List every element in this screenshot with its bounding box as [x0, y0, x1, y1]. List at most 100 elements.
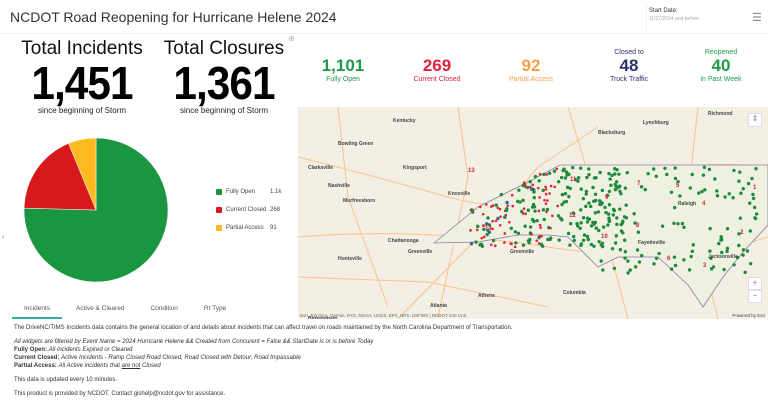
incident-marker[interactable]	[496, 206, 500, 210]
incident-marker[interactable]	[535, 218, 539, 223]
incident-marker[interactable]	[535, 239, 539, 242]
incident-marker[interactable]	[544, 188, 548, 191]
incident-marker[interactable]	[607, 189, 612, 194]
incident-marker[interactable]	[617, 185, 621, 189]
incident-marker[interactable]	[510, 242, 513, 246]
incident-marker[interactable]	[672, 255, 677, 259]
incident-marker[interactable]	[568, 243, 572, 247]
incident-marker[interactable]	[539, 226, 542, 229]
menu-icon[interactable]: ☰	[752, 11, 762, 24]
incident-marker[interactable]	[499, 215, 502, 218]
incident-marker[interactable]	[615, 216, 619, 220]
incident-marker[interactable]	[469, 229, 472, 232]
incident-marker[interactable]	[612, 266, 617, 271]
incident-marker[interactable]	[689, 254, 693, 259]
incident-marker[interactable]	[567, 172, 571, 177]
incident-marker[interactable]	[593, 220, 598, 225]
incident-marker[interactable]	[628, 268, 632, 272]
incident-marker[interactable]	[731, 196, 735, 200]
incident-marker[interactable]	[498, 223, 502, 227]
incident-marker[interactable]	[748, 261, 753, 266]
incident-marker[interactable]	[743, 270, 747, 275]
incident-marker[interactable]	[703, 188, 707, 192]
incident-marker[interactable]	[581, 197, 586, 201]
incident-marker[interactable]	[532, 195, 536, 200]
incident-marker[interactable]	[594, 198, 598, 203]
incident-marker[interactable]	[598, 170, 602, 175]
incident-marker[interactable]	[536, 186, 540, 190]
incident-marker[interactable]	[713, 177, 717, 181]
incident-marker[interactable]	[599, 243, 603, 247]
incident-marker[interactable]	[503, 215, 507, 219]
incident-marker[interactable]	[626, 271, 630, 275]
incident-marker[interactable]	[540, 234, 543, 238]
incident-marker[interactable]	[499, 192, 504, 197]
incident-marker[interactable]	[635, 248, 640, 252]
incident-marker[interactable]	[680, 221, 685, 226]
incident-marker[interactable]	[584, 189, 589, 194]
incident-marker[interactable]	[525, 185, 530, 190]
incident-marker[interactable]	[528, 180, 532, 184]
incident-marker[interactable]	[611, 207, 616, 212]
incident-marker[interactable]	[732, 263, 736, 267]
incident-marker[interactable]	[682, 225, 686, 230]
incident-marker[interactable]	[584, 204, 588, 209]
incident-marker[interactable]	[751, 192, 755, 197]
incident-marker[interactable]	[537, 179, 541, 183]
incident-marker[interactable]	[624, 203, 628, 207]
incident-marker[interactable]	[599, 202, 603, 207]
incident-marker[interactable]	[576, 175, 581, 180]
incident-marker[interactable]	[504, 208, 509, 213]
start-date-filter[interactable]: Start Date: 11/27/2024 and before	[646, 4, 744, 32]
incident-marker[interactable]	[613, 172, 617, 176]
incident-marker[interactable]	[673, 263, 678, 268]
incident-marker[interactable]	[532, 190, 536, 194]
incident-marker[interactable]	[528, 237, 532, 242]
incident-marker[interactable]	[549, 184, 553, 188]
incident-marker[interactable]	[636, 230, 641, 234]
incident-marker[interactable]	[514, 241, 518, 245]
incident-marker[interactable]	[538, 196, 541, 199]
incident-marker[interactable]	[474, 240, 478, 244]
incident-marker[interactable]	[741, 186, 745, 191]
incident-marker[interactable]	[496, 216, 500, 221]
incident-marker[interactable]	[619, 192, 623, 196]
incident-marker[interactable]	[543, 198, 546, 202]
incident-marker[interactable]	[552, 169, 557, 173]
incident-marker[interactable]	[739, 191, 743, 195]
incident-marker[interactable]	[511, 204, 515, 208]
incident-marker[interactable]	[509, 226, 513, 231]
zoom-in-button[interactable]: +	[748, 277, 762, 290]
incident-marker[interactable]	[564, 199, 569, 204]
incident-marker[interactable]	[626, 259, 630, 263]
incident-marker[interactable]	[469, 242, 474, 246]
incident-marker[interactable]	[529, 186, 534, 191]
incident-marker[interactable]	[613, 241, 618, 245]
incident-marker[interactable]	[549, 226, 552, 230]
incident-marker[interactable]	[598, 199, 602, 203]
incident-marker[interactable]	[587, 201, 591, 205]
incident-marker[interactable]	[478, 205, 482, 209]
incident-marker[interactable]	[475, 228, 479, 232]
incident-marker[interactable]	[516, 231, 521, 235]
incident-marker[interactable]	[665, 172, 669, 177]
incident-marker[interactable]	[546, 199, 549, 202]
incident-marker[interactable]	[517, 188, 521, 192]
incident-marker[interactable]	[608, 177, 612, 181]
incident-marker[interactable]	[491, 219, 494, 223]
incident-marker[interactable]	[615, 222, 619, 227]
incident-marker[interactable]	[741, 248, 746, 252]
incident-marker[interactable]	[607, 219, 612, 224]
incident-marker[interactable]	[625, 171, 629, 175]
incident-marker[interactable]	[594, 226, 598, 230]
incident-marker[interactable]	[673, 205, 677, 210]
incident-marker[interactable]	[479, 242, 484, 246]
incident-marker[interactable]	[541, 244, 545, 248]
incident-marker[interactable]	[701, 173, 706, 177]
incident-marker[interactable]	[618, 207, 622, 211]
incident-marker[interactable]	[593, 192, 598, 196]
incident-marker[interactable]	[751, 196, 756, 201]
incident-marker[interactable]	[669, 190, 674, 194]
incident-marker[interactable]	[523, 224, 527, 228]
incident-marker[interactable]	[651, 167, 656, 171]
